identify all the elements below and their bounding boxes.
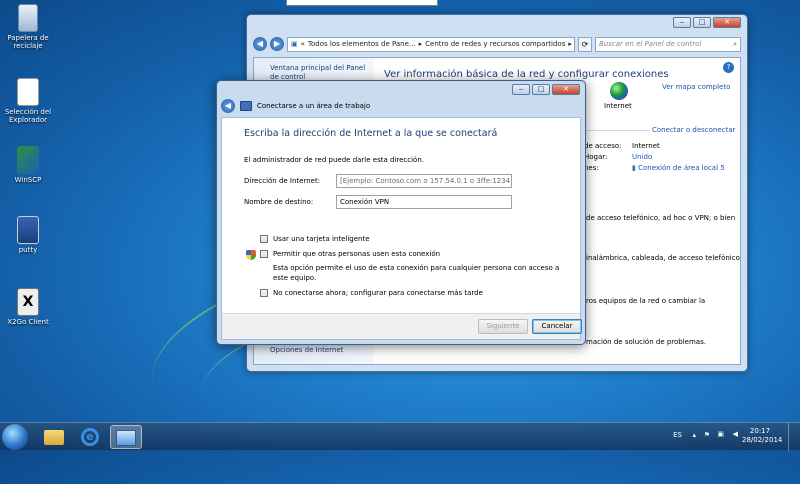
refresh-button[interactable]: ⟳: [578, 37, 592, 52]
control-panel-icon: [116, 430, 136, 446]
recycle-bin-icon: [18, 4, 38, 32]
access-type-label: de acceso:: [584, 142, 622, 150]
uac-shield-icon: [246, 250, 256, 260]
destination-name-value: Conexión VPN: [340, 198, 389, 206]
destination-name-input[interactable]: Conexión VPN: [336, 195, 512, 209]
dialog-title: Conectarse a un área de trabajo: [257, 102, 370, 110]
forward-button[interactable]: ▶: [270, 37, 284, 51]
internet-explorer-icon: e: [81, 428, 99, 446]
folder-icon: [44, 430, 64, 445]
breadcrumb-sep-icon: ▸: [419, 40, 423, 48]
maximize-button[interactable]: □: [693, 17, 711, 28]
connect-network-desc: inalámbrica, cableada, de acceso telefón…: [586, 253, 740, 264]
homegroup-options-desc: ros equipos de la red o cambiar la: [586, 296, 705, 307]
dialog-content: Escriba la dirección de Internet a la qu…: [221, 117, 581, 340]
language-indicator[interactable]: ES: [673, 431, 682, 439]
dialog-footer: Siguiente Cancelar: [222, 313, 580, 339]
dialog-heading: Escriba la dirección de Internet a la qu…: [244, 128, 497, 139]
homegroup-link[interactable]: Unido: [632, 153, 652, 161]
tray-expand-icon[interactable]: ▴: [692, 431, 696, 439]
show-desktop-button[interactable]: [788, 423, 800, 451]
start-button[interactable]: [2, 424, 28, 450]
network-adapter-icon: ▮: [632, 164, 636, 172]
smartcard-label: Usar una tarjeta inteligente: [273, 235, 370, 243]
address-bar[interactable]: ▣ « Todos los elementos de Pane... ▸ Cen…: [287, 37, 575, 52]
desktop-icon-explorer-selection[interactable]: Selección del Explorador: [2, 78, 54, 124]
window-caption: ‒ □ ✕: [247, 15, 747, 31]
minimize-button[interactable]: ‒: [673, 17, 691, 28]
connect-disconnect-link[interactable]: Conectar o desconectar: [650, 126, 737, 134]
desktop-icon-winscp[interactable]: WinSCP: [2, 146, 54, 184]
help-icon[interactable]: ?: [723, 62, 734, 73]
connection-link[interactable]: ▮ Conexión de área local 5: [632, 164, 725, 172]
explorer-selection-icon: [17, 78, 39, 106]
dialog-maximize-button[interactable]: □: [532, 84, 550, 95]
address-label: Dirección de Internet:: [244, 177, 320, 185]
search-placeholder: Buscar en el Panel de control: [599, 40, 701, 48]
left-pane-internet-options-link[interactable]: Opciones de Internet: [270, 346, 343, 354]
smartcard-checkbox[interactable]: [260, 235, 268, 243]
connect-later-label: No conectarse ahora; configurar para con…: [273, 289, 483, 297]
allow-others-checkbox[interactable]: [260, 250, 268, 258]
desktop-icon-recycle-bin[interactable]: Papelera de reciclaje: [2, 4, 54, 50]
connections-label: nes:: [584, 164, 599, 172]
clock[interactable]: 20:17 28/02/2014: [742, 427, 778, 445]
x2go-icon: X: [17, 288, 39, 316]
dialog-close-button[interactable]: ✕: [552, 84, 580, 95]
desktop-icon-x2go[interactable]: X X2Go Client: [2, 288, 54, 326]
connect-workplace-dialog: ‒ □ ✕ ◀ Conectarse a un área de trabajo …: [216, 80, 586, 345]
dialog-minimize-button[interactable]: ‒: [512, 84, 530, 95]
connect-later-checkbox[interactable]: [260, 289, 268, 297]
setup-connection-desc: de acceso telefónico, ad hoc o VPN; o bi…: [586, 213, 735, 224]
globe-icon: [610, 82, 628, 100]
winscp-icon: [17, 146, 39, 174]
clock-time: 20:17: [742, 427, 778, 436]
putty-icon: [17, 216, 39, 244]
taskbar: e ES ▴ ⚑ ▣ ◀ 20:17 28/02/2014: [0, 422, 800, 450]
background-window-edge: [286, 0, 438, 6]
allow-others-desc: Esta opción permite el uso de esta conex…: [273, 263, 563, 283]
access-type-value: Internet: [632, 142, 660, 150]
allow-others-label: Permitir que otras personas usen esta co…: [273, 250, 440, 258]
close-button[interactable]: ✕: [713, 17, 741, 28]
dialog-back-button[interactable]: ◀: [221, 99, 235, 113]
network-icon: [240, 101, 252, 111]
taskbar-control-panel-button[interactable]: [110, 425, 142, 449]
troubleshoot-desc: mación de solución de problemas.: [586, 337, 706, 348]
main-title: Ver información básica de la red y confi…: [384, 69, 669, 80]
search-icon: ⌕: [733, 38, 737, 51]
internet-address-input[interactable]: [Ejemplo: Contoso.com o 157.54.0.1 o 3ff…: [336, 174, 512, 188]
desktop-icon-label: Papelera de reciclaje: [7, 34, 48, 50]
desktop-icon-label: putty: [19, 246, 38, 254]
breadcrumb-item[interactable]: Todos los elementos de Pane...: [308, 40, 416, 48]
dialog-info: El administrador de red puede darle esta…: [244, 156, 424, 164]
destination-label: Nombre de destino:: [244, 198, 313, 206]
desktop-icon-label: X2Go Client: [7, 318, 48, 326]
taskbar-ie-button[interactable]: e: [74, 425, 106, 449]
homegroup-label: Hogar:: [584, 153, 607, 161]
clock-date: 28/02/2014: [742, 436, 778, 445]
connection-link-label: Conexión de área local 5: [638, 164, 725, 172]
internet-label: Internet: [604, 102, 632, 110]
network-tray-icon[interactable]: ▣: [717, 430, 724, 438]
desktop-icon-putty[interactable]: putty: [2, 216, 54, 254]
taskbar-explorer-button[interactable]: [38, 425, 70, 449]
dialog-header: ◀ Conectarse a un área de trabajo: [221, 97, 581, 115]
breadcrumb-sep-icon: «: [301, 40, 305, 48]
breadcrumb-sep-icon: ▸: [568, 40, 572, 48]
internet-address-placeholder: [Ejemplo: Contoso.com o 157.54.0.1 o 3ff…: [340, 177, 512, 185]
search-input[interactable]: Buscar en el Panel de control ⌕: [595, 37, 741, 52]
full-map-link[interactable]: Ver mapa completo: [662, 83, 730, 91]
action-center-icon[interactable]: ⚑: [704, 431, 710, 439]
back-button[interactable]: ◀: [253, 37, 267, 51]
cancel-button[interactable]: Cancelar: [532, 319, 582, 334]
address-row: ◀ ▶ ▣ « Todos los elementos de Pane... ▸…: [253, 35, 741, 53]
volume-icon[interactable]: ◀: [733, 430, 738, 438]
breadcrumb-item[interactable]: Centro de redes y recursos compartidos: [425, 40, 565, 48]
desktop-icon-label: WinSCP: [15, 176, 42, 184]
desktop-icon-label: Selección del Explorador: [5, 108, 51, 124]
folder-icon: ▣: [291, 40, 298, 48]
next-button[interactable]: Siguiente: [478, 319, 528, 334]
